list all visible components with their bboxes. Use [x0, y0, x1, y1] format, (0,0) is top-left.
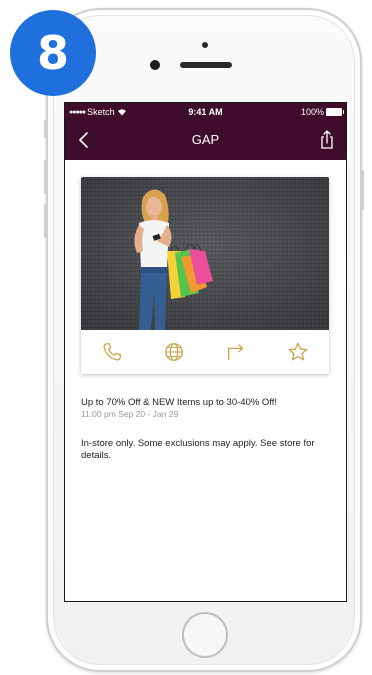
front-camera [150, 60, 160, 70]
earpiece-speaker [180, 62, 232, 68]
battery-area: 100% [300, 107, 344, 117]
globe-icon [165, 343, 183, 361]
volume-up-button [44, 160, 47, 194]
deal-card [81, 177, 329, 374]
navigation-bar: GAP [65, 121, 346, 160]
deal-description: In-store only. Some exclusions may apply… [81, 438, 315, 461]
woman-with-shopping-bags-photo [81, 177, 329, 330]
deal-title: Up to 70% Off & NEW Items up to 30-40% O… [81, 397, 278, 408]
mute-switch [44, 120, 47, 138]
step-badge: 8 [10, 10, 96, 96]
battery-percent: 100% [300, 107, 324, 117]
app-screen: ●●●●● Sketch 9:41 AM 100% GAP Up to 70% … [64, 102, 347, 602]
star-icon [288, 342, 308, 361]
website-button[interactable] [161, 339, 187, 365]
favorite-button[interactable] [285, 339, 311, 365]
page-title: GAP [191, 132, 220, 147]
action-bar [81, 330, 329, 374]
call-button[interactable] [99, 339, 125, 365]
share-icon [321, 130, 333, 149]
volume-down-button [44, 204, 47, 238]
share-button[interactable] [316, 128, 338, 152]
directions-button[interactable] [223, 339, 249, 365]
home-button[interactable] [182, 612, 228, 658]
deal-date: 11:00 pm Sep 20 - Jan 29 [81, 409, 179, 419]
phone-icon [103, 343, 121, 361]
battery-icon [326, 108, 344, 116]
status-bar: ●●●●● Sketch 9:41 AM 100% [65, 103, 346, 121]
power-button [361, 170, 364, 210]
proximity-sensor [202, 42, 208, 48]
directions-icon [228, 344, 244, 361]
deal-content: Up to 70% Off & NEW Items up to 30-40% O… [65, 160, 346, 601]
